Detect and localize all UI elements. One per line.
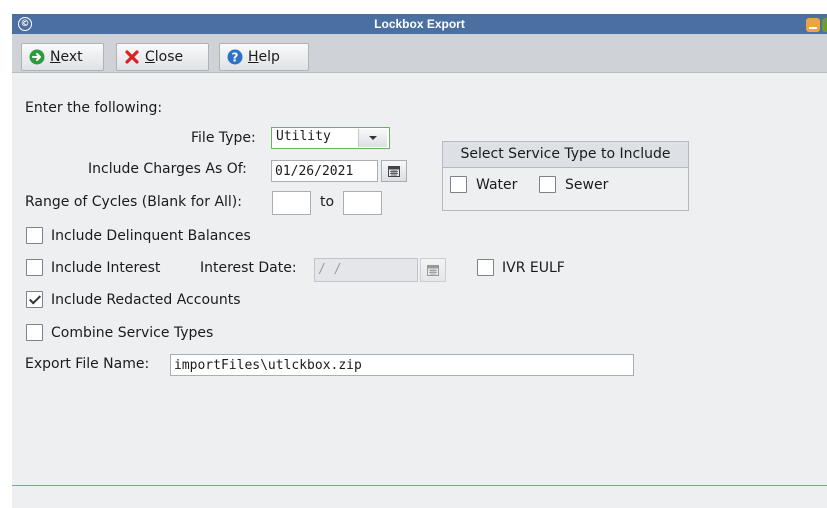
status-bar bbox=[12, 485, 827, 508]
service-type-title: Select Service Type to Include bbox=[443, 142, 688, 168]
minimize-button[interactable] bbox=[806, 18, 820, 32]
ivr-eulf-checkbox[interactable] bbox=[477, 259, 494, 276]
lockbox-export-window: © Lockbox Export Next Close ? Help Enter… bbox=[12, 14, 827, 508]
next-button[interactable]: Next bbox=[21, 43, 104, 71]
export-file-field[interactable]: importFiles\utlckbox.zip bbox=[170, 354, 634, 376]
ivr-eulf-label: IVR EULF bbox=[502, 260, 565, 276]
combine-label: Combine Service Types bbox=[51, 325, 214, 341]
help-label: elp bbox=[258, 49, 280, 65]
calendar-icon bbox=[388, 165, 400, 177]
interest-checkbox[interactable] bbox=[26, 259, 43, 276]
close-label: lose bbox=[154, 49, 184, 65]
interest-label: Include Interest bbox=[51, 260, 161, 276]
cycles-to-field[interactable] bbox=[343, 191, 382, 215]
close-mnemonic: C bbox=[145, 49, 155, 65]
cycles-label: Range of Cycles (Blank for All): bbox=[25, 194, 242, 210]
arrow-right-circle-icon bbox=[29, 49, 45, 65]
question-circle-icon: ? bbox=[227, 49, 243, 65]
water-label: Water bbox=[476, 177, 518, 193]
x-mark-icon bbox=[125, 50, 139, 64]
help-mnemonic: H bbox=[248, 49, 259, 65]
file-type-select[interactable]: Utility bbox=[271, 127, 390, 149]
interest-date-field[interactable]: / / bbox=[314, 258, 418, 282]
help-button[interactable]: ? Help bbox=[219, 43, 309, 71]
calendar-icon bbox=[427, 264, 439, 276]
window-title: Lockbox Export bbox=[374, 17, 465, 31]
cycles-to-label: to bbox=[320, 194, 335, 210]
svg-text:?: ? bbox=[232, 50, 239, 64]
instructions-label: Enter the following: bbox=[25, 100, 163, 116]
maximize-button[interactable] bbox=[822, 18, 827, 32]
export-file-label: Export File Name: bbox=[25, 356, 150, 372]
cycles-from-field[interactable] bbox=[272, 191, 311, 215]
water-checkbox[interactable] bbox=[450, 176, 467, 193]
sewer-checkbox[interactable] bbox=[539, 176, 556, 193]
close-button[interactable]: Close bbox=[116, 43, 209, 71]
combine-checkbox[interactable] bbox=[26, 324, 43, 341]
delinquent-checkbox[interactable] bbox=[26, 227, 43, 244]
delinquent-label: Include Delinquent Balances bbox=[51, 228, 251, 244]
interest-calendar-button[interactable] bbox=[420, 258, 446, 282]
charges-calendar-button[interactable] bbox=[381, 160, 407, 182]
redacted-checkbox[interactable] bbox=[26, 291, 43, 308]
file-type-label: File Type: bbox=[191, 130, 256, 146]
next-mnemonic: N bbox=[50, 49, 61, 65]
next-label: ext bbox=[60, 49, 83, 65]
interest-date-label: Interest Date: bbox=[200, 260, 297, 276]
dropdown-button[interactable] bbox=[358, 129, 387, 147]
charges-date-field[interactable]: 01/26/2021 bbox=[271, 160, 378, 182]
redacted-label: Include Redacted Accounts bbox=[51, 292, 241, 308]
toolbar: Next Close ? Help bbox=[12, 34, 827, 73]
chevron-down-icon bbox=[369, 136, 377, 140]
charges-label: Include Charges As Of: bbox=[88, 161, 247, 177]
service-type-group: Select Service Type to Include Water Sew… bbox=[442, 141, 689, 211]
title-bar: © Lockbox Export bbox=[12, 14, 827, 34]
sewer-label: Sewer bbox=[565, 177, 609, 193]
file-type-value: Utility bbox=[276, 129, 331, 144]
